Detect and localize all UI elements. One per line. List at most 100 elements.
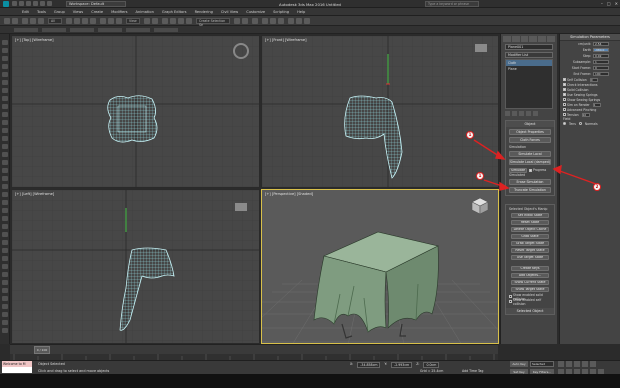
- mirror-icon[interactable]: [234, 18, 240, 24]
- next-frame-icon[interactable]: [582, 361, 588, 367]
- cloth-object-front[interactable]: [340, 94, 404, 180]
- render-icon[interactable]: [304, 18, 310, 24]
- tool-icon[interactable]: [2, 88, 8, 93]
- z-coordinate-field[interactable]: 0.0cm: [423, 362, 440, 368]
- viewcube-icon[interactable]: [475, 44, 487, 52]
- x-coordinate-field[interactable]: -34.858cm: [357, 362, 381, 368]
- modify-tab-icon[interactable]: [511, 36, 520, 42]
- utilities-tab-icon[interactable]: [547, 36, 555, 42]
- tool-icon[interactable]: [2, 72, 8, 77]
- curve-editor-icon[interactable]: [262, 18, 268, 24]
- tool-icon[interactable]: [2, 40, 8, 45]
- reference-coordinate-dropdown[interactable]: View: [126, 18, 140, 24]
- minimize-button[interactable]: –: [601, 1, 603, 6]
- viewport-label-left[interactable]: [+] [Left] [Wireframe]: [15, 192, 54, 196]
- param-value-field[interactable]: 1: [593, 60, 609, 64]
- tool-icon[interactable]: [2, 304, 8, 309]
- param-value-field[interactable]: 1: [592, 102, 601, 107]
- viewcube-icon[interactable]: [235, 203, 247, 211]
- snaps-toggle-icon[interactable]: [162, 18, 168, 24]
- select-by-name-icon[interactable]: [74, 18, 80, 24]
- key-mode-dropdown[interactable]: Selected: [530, 361, 554, 367]
- y-coordinate-field[interactable]: -2.993cm: [391, 362, 413, 368]
- tool-icon[interactable]: [2, 216, 8, 221]
- app-logo-icon[interactable]: [3, 1, 9, 7]
- menu-rendering[interactable]: Rendering: [191, 10, 217, 14]
- tool-icon[interactable]: [2, 240, 8, 245]
- menu-modifiers[interactable]: Modifiers: [107, 10, 131, 14]
- select-object-icon[interactable]: [66, 18, 72, 24]
- show-target-state-button[interactable]: Show Target State: [511, 287, 549, 292]
- tool-icon[interactable]: [2, 48, 8, 53]
- tool-icon[interactable]: [2, 320, 8, 325]
- menu-group[interactable]: Group: [50, 10, 69, 14]
- selection-filter-dropdown[interactable]: All: [48, 18, 62, 24]
- tool-icon[interactable]: [2, 144, 8, 149]
- grab-state-button[interactable]: Grab State: [511, 234, 549, 239]
- redo-icon[interactable]: [12, 18, 18, 24]
- stack-item-plane[interactable]: Plane: [506, 66, 552, 72]
- align-icon[interactable]: [242, 18, 248, 24]
- grab-target-state-button[interactable]: Grab Target State: [511, 241, 549, 246]
- show-current-state-button[interactable]: Show Current State: [511, 280, 549, 285]
- bind-space-warp-icon[interactable]: [38, 18, 44, 24]
- simulate-button[interactable]: Simulate: [509, 167, 527, 173]
- viewcube-icon[interactable]: [470, 196, 490, 218]
- percent-snap-icon[interactable]: [178, 18, 184, 24]
- truncate-simulation-button[interactable]: Truncate Simulation: [509, 187, 551, 193]
- tool-icon[interactable]: [2, 136, 8, 141]
- maxscript-input[interactable]: [2, 367, 32, 373]
- show-end-result-icon[interactable]: [512, 111, 517, 116]
- render-setup-icon[interactable]: [288, 18, 294, 24]
- param-value-field[interactable]: 2.54: [593, 42, 609, 46]
- play-icon[interactable]: [574, 361, 580, 367]
- tool-icon[interactable]: [2, 248, 8, 253]
- scale-icon[interactable]: [116, 18, 122, 24]
- modifier-list-dropdown[interactable]: Modifier List: [505, 52, 553, 58]
- object-name-field[interactable]: Plane001: [505, 44, 553, 50]
- make-unique-icon[interactable]: [519, 111, 524, 116]
- cloth-object-perspective[interactable]: [306, 224, 456, 340]
- menu-scripting[interactable]: Scripting: [269, 10, 293, 14]
- open-icon[interactable]: [19, 1, 24, 6]
- create-keys-button[interactable]: Create Keys: [511, 266, 549, 271]
- tool-icon[interactable]: [2, 80, 8, 85]
- create-tab-icon[interactable]: [503, 36, 511, 42]
- progress-checkbox[interactable]: Progress: [529, 168, 546, 173]
- menu-help[interactable]: Help: [293, 10, 309, 14]
- set-initial-state-button[interactable]: Set Initial State: [511, 213, 549, 218]
- tool-icon[interactable]: [2, 120, 8, 125]
- undo-icon[interactable]: [33, 1, 38, 6]
- pin-stack-icon[interactable]: [505, 111, 510, 116]
- remove-modifier-icon[interactable]: [526, 111, 531, 116]
- tool-icon[interactable]: [2, 288, 8, 293]
- previous-frame-icon[interactable]: [566, 361, 572, 367]
- tool-icon[interactable]: [2, 104, 8, 109]
- simulate-local-damped-button[interactable]: Simulate Local (damped): [509, 159, 551, 165]
- window-crossing-icon[interactable]: [90, 18, 96, 24]
- ribbon-tab[interactable]: [154, 28, 178, 32]
- tool-icon[interactable]: [2, 64, 8, 69]
- move-icon[interactable]: [100, 18, 106, 24]
- redo-icon[interactable]: [40, 1, 45, 6]
- param-value-field[interactable]: 0.02: [593, 54, 609, 58]
- viewport-label-perspective[interactable]: [+] [Perspective] [Shaded]: [265, 192, 313, 196]
- selection-region-icon[interactable]: [82, 18, 88, 24]
- search-input[interactable]: Type a keyword or phrase: [425, 1, 479, 7]
- viewport-top[interactable]: [+] [Top] [Wireframe]: [11, 35, 260, 188]
- ribbon-tab[interactable]: [98, 28, 122, 32]
- go-to-start-icon[interactable]: [558, 361, 564, 367]
- angle-snap-icon[interactable]: [170, 18, 176, 24]
- tool-icon[interactable]: [2, 200, 8, 205]
- auto-key-button[interactable]: Auto Key: [510, 361, 528, 367]
- viewport-perspective[interactable]: [+] [Perspective] [Shaded]: [261, 189, 499, 344]
- display-tab-icon[interactable]: [538, 36, 547, 42]
- param-value-field[interactable]: 100: [593, 72, 609, 76]
- ribbon-tab[interactable]: [126, 28, 150, 32]
- go-to-end-icon[interactable]: [590, 361, 596, 367]
- tool-icon[interactable]: [2, 280, 8, 285]
- viewport-front[interactable]: [+] [Front] [Wireframe]: [261, 35, 499, 188]
- project-icon[interactable]: [47, 1, 52, 6]
- manipulate-icon[interactable]: [152, 18, 158, 24]
- viewport-left[interactable]: [+] [Left] [Wireframe]: [11, 189, 260, 344]
